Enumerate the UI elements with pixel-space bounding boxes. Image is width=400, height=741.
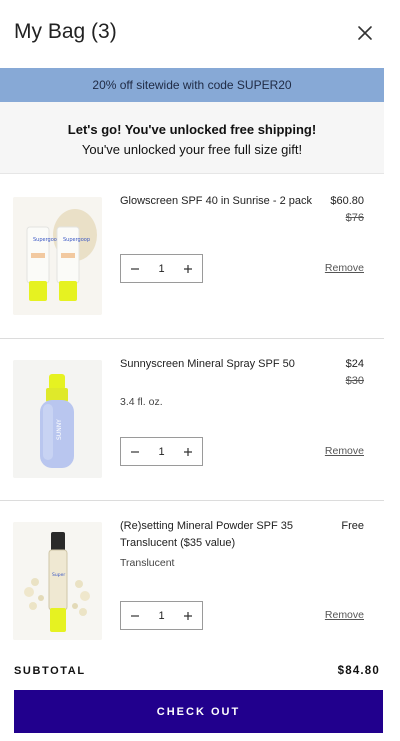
quantity-value[interactable]: 1: [149, 610, 174, 622]
minus-icon[interactable]: [121, 602, 149, 629]
remove-link[interactable]: Remove: [325, 262, 364, 274]
sale-price: $60.80: [330, 195, 364, 207]
item-price: $60.80 $76: [330, 193, 364, 227]
quantity-stepper: 1: [120, 601, 203, 630]
remove-link[interactable]: Remove: [325, 445, 364, 457]
shipping-notice: Let's go! You've unlocked free shipping!…: [0, 102, 384, 174]
remove-link[interactable]: Remove: [325, 609, 364, 621]
cart-item: Supergoop Supergoop Glowscreen SPF 40 in…: [0, 175, 384, 338]
item-variant: 3.4 fl. oz.: [120, 396, 163, 408]
svg-text:Super: Super: [52, 572, 65, 578]
plus-icon[interactable]: [174, 255, 202, 282]
item-name[interactable]: Glowscreen SPF 40 in Sunrise - 2 pack: [120, 193, 320, 210]
subtotal-label: SUBTOTAL: [14, 665, 86, 677]
sale-price: Free: [341, 520, 364, 532]
free-gift-message: You've unlocked your free full size gift…: [81, 142, 303, 157]
subtotal-value: $84.80: [337, 665, 380, 677]
plus-icon[interactable]: [174, 438, 202, 465]
free-shipping-message: Let's go! You've unlocked free shipping!: [67, 122, 317, 137]
promo-banner: 20% off sitewide with code SUPER20: [0, 68, 384, 102]
svg-text:SUNNY: SUNNY: [56, 419, 63, 440]
page-title: My Bag (3): [14, 20, 117, 43]
item-variant: Translucent: [120, 557, 175, 569]
sale-price: $24: [345, 358, 364, 370]
cart-item: Super (Re)setting Mineral Powder SPF 35 …: [0, 501, 384, 658]
close-icon[interactable]: [356, 24, 374, 42]
bag-header: My Bag (3): [0, 0, 400, 68]
quantity-stepper: 1: [120, 437, 203, 466]
glowscreen-product-image[interactable]: Supergoop Supergoop: [13, 197, 102, 315]
item-price: $24 $30: [346, 356, 364, 390]
item-name[interactable]: (Re)setting Mineral Powder SPF 35 Transl…: [120, 518, 310, 552]
item-name[interactable]: Sunnyscreen Mineral Spray SPF 50: [120, 356, 320, 373]
original-price: $76: [345, 212, 364, 224]
cart-item: SUNNY Sunnyscreen Mineral Spray SPF 50 3…: [0, 339, 384, 500]
minus-icon[interactable]: [121, 255, 149, 282]
svg-text:Supergoop: Supergoop: [63, 237, 90, 243]
sunnyscreen-spray-product-image[interactable]: SUNNY: [13, 360, 102, 478]
quantity-value[interactable]: 1: [149, 263, 174, 275]
quantity-stepper: 1: [120, 254, 203, 283]
quantity-value[interactable]: 1: [149, 446, 174, 458]
svg-text:Supergoop: Supergoop: [33, 237, 60, 243]
checkout-button[interactable]: CHECK OUT: [14, 690, 383, 733]
mineral-powder-product-image[interactable]: Super: [13, 522, 102, 640]
original-price: $30: [345, 375, 364, 387]
plus-icon[interactable]: [174, 602, 202, 629]
item-price: Free: [341, 518, 364, 535]
minus-icon[interactable]: [121, 438, 149, 465]
